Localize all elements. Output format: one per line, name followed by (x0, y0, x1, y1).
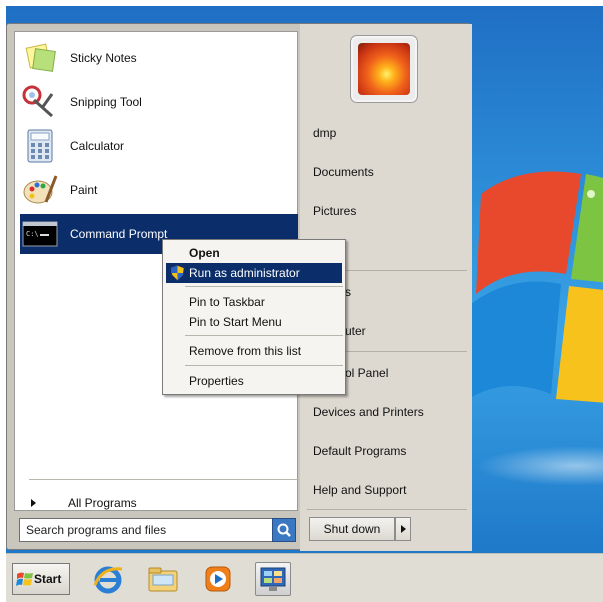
paint-palette-icon (22, 172, 58, 208)
search-placeholder: Search programs and files (26, 523, 167, 537)
program-sticky-notes[interactable]: Sticky Notes (20, 38, 298, 78)
program-paint[interactable]: Paint (20, 170, 298, 210)
menu-item-run-as-administrator[interactable]: Run as administrator (166, 263, 342, 283)
separator (307, 509, 467, 510)
search-input[interactable]: Search programs and files (19, 518, 273, 542)
right-item-user[interactable]: dmp (313, 122, 336, 144)
internet-explorer-icon (93, 566, 123, 594)
taskbar-media-player[interactable] (200, 562, 236, 596)
flower-image (358, 43, 410, 95)
magnifier-icon (277, 523, 291, 537)
start-label: Start (34, 572, 62, 586)
right-item-help-support[interactable]: Help and Support (313, 479, 406, 501)
right-item-pictures[interactable]: Pictures (313, 200, 356, 222)
menu-item-pin-to-taskbar[interactable]: Pin to Taskbar (166, 292, 342, 312)
taskbar: Start (6, 553, 603, 602)
command-prompt-icon: C:\ (22, 216, 58, 252)
shutdown-button[interactable]: Shut down (309, 517, 395, 541)
user-picture[interactable] (351, 36, 417, 102)
right-item-devices-printers[interactable]: Devices and Printers (313, 401, 424, 423)
windows-logo-icon (461, 171, 603, 404)
right-item-documents[interactable]: Documents (313, 161, 374, 183)
windows-explorer-icon (148, 567, 178, 592)
uac-shield-icon (170, 265, 185, 281)
calculator-icon (22, 128, 58, 164)
sticky-notes-icon (22, 40, 58, 76)
light-streak (476, 446, 603, 486)
menu-item-remove-from-list[interactable]: Remove from this list (166, 341, 342, 361)
program-label: Snipping Tool (70, 95, 142, 109)
right-item-computer[interactable]: uter (345, 320, 366, 342)
right-item-default-programs[interactable]: Default Programs (313, 440, 406, 462)
menu-item-open[interactable]: Open (166, 243, 342, 263)
media-player-icon (205, 566, 231, 592)
program-snipping-tool[interactable]: Snipping Tool (20, 82, 298, 122)
menu-item-properties[interactable]: Properties (166, 371, 342, 391)
triangle-right-icon (400, 525, 406, 533)
program-label: Paint (70, 183, 98, 197)
context-menu: Open Run as administrator Pin to Taskbar… (162, 239, 346, 395)
program-calculator[interactable]: Calculator (20, 126, 298, 166)
separator (185, 335, 343, 336)
separator (185, 286, 343, 287)
triangle-right-icon (31, 499, 36, 507)
windows-flag-icon (16, 572, 33, 586)
search-button[interactable] (272, 518, 296, 542)
svg-text:C:\: C:\ (26, 230, 39, 238)
program-label: Command Prompt (70, 227, 168, 241)
separator (185, 365, 343, 366)
right-item-control-panel[interactable]: ol Panel (345, 362, 388, 384)
start-button[interactable]: Start (12, 563, 70, 595)
menu-item-label: Run as administrator (189, 266, 300, 280)
program-label: Calculator (70, 139, 125, 153)
all-programs-button[interactable]: All Programs (27, 491, 297, 515)
separator (29, 479, 299, 480)
all-programs-label: All Programs (68, 496, 137, 510)
taskbar-internet-explorer[interactable] (90, 562, 126, 596)
control-panel-icon (260, 567, 286, 591)
taskbar-windows-explorer[interactable] (145, 562, 181, 596)
scissors-icon (22, 84, 58, 120)
program-label: Sticky Notes (70, 51, 137, 65)
taskbar-control-panel[interactable] (255, 562, 291, 596)
menu-item-pin-to-start-menu[interactable]: Pin to Start Menu (166, 312, 342, 332)
shutdown-options-button[interactable] (395, 517, 411, 541)
